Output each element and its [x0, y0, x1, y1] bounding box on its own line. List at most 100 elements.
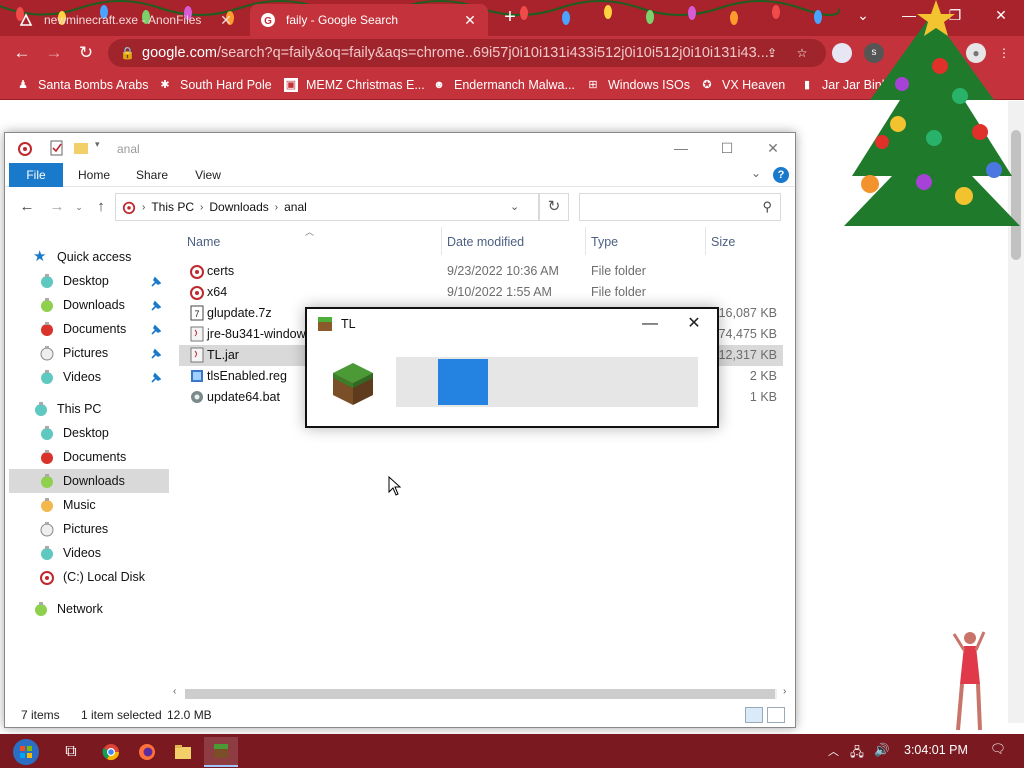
- close-icon[interactable]: ✕: [753, 135, 793, 161]
- help-icon[interactable]: ?: [773, 167, 789, 183]
- pin-icon[interactable]: [149, 323, 163, 337]
- network-icon[interactable]: 🖧: [850, 743, 864, 764]
- up-arrow-icon[interactable]: ↑: [91, 197, 111, 217]
- nav-quick-videos[interactable]: Videos: [39, 365, 199, 389]
- search-input[interactable]: ⚲: [579, 193, 781, 221]
- ribbon-tab-view[interactable]: View: [183, 163, 233, 187]
- breadcrumb-downloads[interactable]: Downloads: [209, 200, 268, 214]
- taskbar: ⧉ ︿ 🖧 🔊 3:04:01 PM 🗨: [0, 734, 1024, 768]
- maximize-icon[interactable]: ☐: [707, 135, 747, 161]
- breadcrumb[interactable]: › This PC › Downloads › anal ⌄: [115, 193, 539, 221]
- nav-this-pc[interactable]: This PC: [33, 397, 193, 421]
- chrome-taskbar-button[interactable]: [94, 737, 128, 767]
- reload-icon[interactable]: ↻: [74, 41, 98, 65]
- notification-icon[interactable]: 🗨: [990, 742, 1006, 757]
- start-button[interactable]: [6, 737, 46, 767]
- tl-taskbar-button[interactable]: [204, 737, 238, 767]
- tab-anonfiles[interactable]: newminecraft.exe - AnonFiles ✕: [8, 4, 244, 36]
- horizontal-scrollbar[interactable]: ‹ ›: [173, 685, 793, 701]
- properties-icon[interactable]: [49, 140, 65, 156]
- firefox-taskbar-button[interactable]: [130, 737, 164, 767]
- ribbon-tab-share[interactable]: Share: [127, 163, 177, 187]
- star-icon[interactable]: ☆: [792, 43, 812, 63]
- column-divider[interactable]: [585, 227, 586, 255]
- bookmark-item[interactable]: ✱ South Hard Pole: [158, 76, 271, 94]
- nav-pc-pictures[interactable]: Pictures: [39, 517, 199, 541]
- back-arrow-icon[interactable]: ←: [10, 41, 34, 65]
- tab-google-search[interactable]: G faily - Google Search ✕: [250, 4, 488, 36]
- column-header-type[interactable]: Type: [591, 235, 618, 249]
- nav-quick-documents[interactable]: Documents: [39, 317, 199, 341]
- java-installer-icon: [190, 326, 204, 342]
- nav-pc-videos[interactable]: Videos: [39, 541, 199, 565]
- nav-pc-desktop[interactable]: Desktop: [39, 421, 199, 445]
- file-list: ︿ Name Date modified Type Size certs 9/2…: [179, 227, 793, 687]
- task-view-button[interactable]: ⧉: [54, 737, 88, 767]
- videos-icon: [41, 370, 53, 384]
- nav-quick-access[interactable]: ★ Quick access: [33, 245, 193, 269]
- new-folder-icon[interactable]: [73, 140, 89, 156]
- back-arrow-icon[interactable]: ←: [17, 197, 37, 217]
- chevron-right-icon[interactable]: ›: [783, 686, 786, 697]
- close-icon[interactable]: ✕: [679, 312, 709, 336]
- forward-arrow-icon[interactable]: →: [42, 41, 66, 65]
- clock[interactable]: 3:04:01 PM: [904, 743, 968, 757]
- explorer-ribbon: File Home Share View ⌄ ?: [5, 163, 795, 187]
- nav-pc-downloads[interactable]: Downloads: [9, 469, 169, 493]
- minimize-icon[interactable]: —: [661, 135, 701, 161]
- column-header-name[interactable]: Name: [187, 235, 220, 249]
- pin-icon[interactable]: [149, 347, 163, 361]
- ribbon-tab-file[interactable]: File: [9, 163, 63, 187]
- breadcrumb-anal[interactable]: anal: [284, 200, 307, 214]
- bookmark-item[interactable]: ☻ Endermanch Malwa...: [432, 76, 575, 94]
- share-icon[interactable]: ⇪: [762, 43, 782, 63]
- bookmark-item[interactable]: ▣ MEMZ Christmas E...: [284, 76, 425, 94]
- new-tab-button[interactable]: +: [498, 6, 522, 30]
- close-icon[interactable]: ✕: [462, 12, 478, 29]
- pin-icon[interactable]: [149, 299, 163, 313]
- explorer-taskbar-button[interactable]: [166, 737, 200, 767]
- nav-pc-local-disk[interactable]: (C:) Local Disk: [39, 565, 199, 589]
- chevron-left-icon[interactable]: ‹: [173, 686, 176, 697]
- chevron-down-icon[interactable]: ⌄: [751, 166, 761, 180]
- nav-quick-desktop[interactable]: Desktop: [39, 269, 199, 293]
- column-divider[interactable]: [441, 227, 442, 255]
- snowflake-icon: ✱: [160, 79, 170, 91]
- ribbon-tab-home[interactable]: Home: [69, 163, 119, 187]
- large-icons-view-icon[interactable]: [767, 707, 785, 723]
- nav-pc-music[interactable]: Music: [39, 493, 199, 517]
- close-icon[interactable]: ✕: [218, 12, 234, 29]
- address-bar[interactable]: 🔒 google.com/search?q=faily&oq=faily&aqs…: [108, 39, 826, 67]
- pin-icon[interactable]: [149, 371, 163, 385]
- chevron-down-icon[interactable]: ⌄: [510, 200, 519, 213]
- pin-icon[interactable]: [149, 275, 163, 289]
- chevron-up-icon[interactable]: ︿: [828, 743, 839, 759]
- chevron-down-icon[interactable]: ⌄: [69, 197, 89, 217]
- refresh-icon[interactable]: ↻: [539, 193, 569, 221]
- details-view-icon[interactable]: [745, 707, 763, 723]
- column-header-date[interactable]: Date modified: [447, 235, 524, 249]
- bookmark-item[interactable]: ⊞ Windows ISOs: [586, 76, 690, 94]
- nav-quick-pictures[interactable]: Pictures: [39, 341, 199, 365]
- batch-file-icon: [191, 391, 203, 403]
- bookmark-icon: ♟: [18, 79, 28, 91]
- nav-pc-documents[interactable]: Documents: [39, 445, 199, 469]
- tab-label: newminecraft.exe - AnonFiles: [44, 13, 202, 27]
- chevron-down-icon[interactable]: ▾: [95, 139, 111, 155]
- file-row[interactable]: x64 9/10/2022 1:55 AM File folder: [179, 282, 783, 303]
- minimize-icon[interactable]: —: [635, 312, 665, 336]
- volume-icon[interactable]: 🔊: [874, 743, 890, 758]
- anonfiles-icon: [19, 13, 33, 26]
- column-divider[interactable]: [705, 227, 706, 255]
- nav-network[interactable]: Network: [33, 597, 193, 621]
- bookmark-item[interactable]: ✪ VX Heaven: [700, 76, 785, 94]
- breadcrumb-this-pc[interactable]: This PC: [151, 200, 194, 214]
- scroll-thumb[interactable]: [185, 689, 775, 699]
- column-header-size[interactable]: Size: [711, 235, 735, 249]
- bookmark-item[interactable]: ♟ Santa Bombs Arabs: [16, 76, 148, 94]
- documents-icon: [41, 322, 53, 336]
- nav-quick-downloads[interactable]: Downloads: [39, 293, 199, 317]
- file-row[interactable]: certs 9/23/2022 10:36 AM File folder: [179, 261, 783, 282]
- forward-arrow-icon[interactable]: →: [47, 197, 67, 217]
- selected-count: 1 item selected: [81, 708, 162, 722]
